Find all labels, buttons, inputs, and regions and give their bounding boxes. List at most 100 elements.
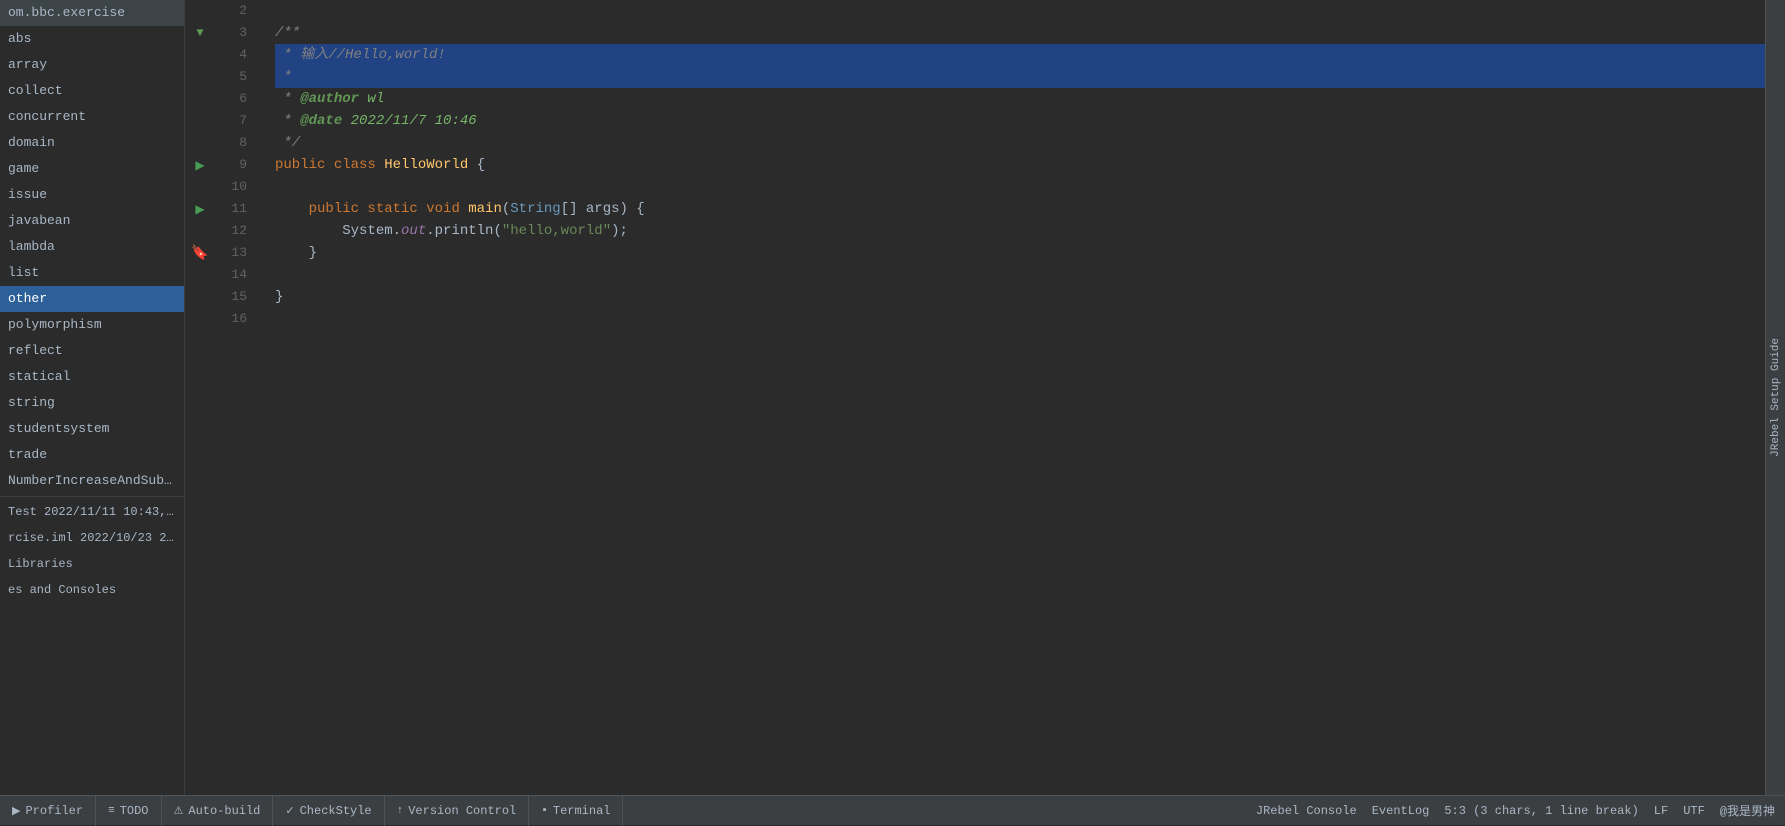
- gutter-line-7: [185, 110, 215, 132]
- profiler-tab[interactable]: ▶ Profiler: [0, 796, 96, 826]
- profiler-icon: ▶: [12, 804, 20, 818]
- sidebar-item-list[interactable]: list: [0, 260, 184, 286]
- version-control-tab[interactable]: ↑ Version Control: [385, 796, 530, 826]
- line-num-2: 2: [215, 0, 255, 22]
- gutter-line-14: [185, 264, 215, 286]
- line-num-16: 16: [215, 308, 255, 330]
- status-right: JRebel Console EventLog 5:3 (3 chars, 1 …: [1256, 802, 1785, 819]
- auto-build-tab[interactable]: ⚠ Auto-build: [162, 796, 274, 826]
- code-container: ▼ ▶ ▶ 🔖: [185, 0, 1765, 795]
- code-line-5: *: [275, 66, 1765, 88]
- sidebar-item-domain[interactable]: domain: [0, 130, 184, 156]
- file-encoding[interactable]: UTF: [1683, 804, 1705, 818]
- version-control-label: Version Control: [408, 804, 516, 818]
- gutter-line-12: [185, 220, 215, 242]
- jrebel-console-label: JRebel Console: [1256, 804, 1357, 818]
- sidebar-item-issue[interactable]: issue: [0, 182, 184, 208]
- code-line-15: }: [275, 286, 1765, 308]
- bookmark-icon-13: 🔖: [191, 245, 208, 262]
- sidebar-item-lambda[interactable]: lambda: [0, 234, 184, 260]
- user-label: @我是男神: [1720, 802, 1775, 819]
- sidebar-item-polymorphism[interactable]: polymorphism: [0, 312, 184, 338]
- sidebar-item-statical[interactable]: statical: [0, 364, 184, 390]
- line-ending[interactable]: LF: [1654, 804, 1668, 818]
- profiler-label: Profiler: [25, 804, 83, 818]
- sidebar-item-studentsystem[interactable]: studentsystem: [0, 416, 184, 442]
- vcs-icon: ↑: [397, 805, 404, 817]
- code-line-8: */: [275, 132, 1765, 154]
- gutter-line-13: 🔖: [185, 242, 215, 264]
- run-icon-9[interactable]: ▶: [195, 158, 204, 173]
- sidebar-item-game[interactable]: game: [0, 156, 184, 182]
- status-bar: ▶ Profiler ≡ TODO ⚠ Auto-build ✓ CheckSt…: [0, 795, 1785, 825]
- status-tabs: ▶ Profiler ≡ TODO ⚠ Auto-build ✓ CheckSt…: [0, 796, 623, 826]
- checkstyle-icon: ✓: [285, 804, 294, 818]
- line-num-14: 14: [215, 264, 255, 286]
- gutter-line-10: [185, 176, 215, 198]
- project-sidebar[interactable]: om.bbc.exercise abs array collect concur…: [0, 0, 185, 795]
- gutter-line-15: [185, 286, 215, 308]
- line-num-4: 4: [215, 44, 255, 66]
- gutter-line-11: ▶: [185, 198, 215, 220]
- position-label: 5:3 (3 chars, 1 line break): [1444, 804, 1638, 818]
- sidebar-item-libraries[interactable]: Libraries: [0, 551, 184, 577]
- auto-build-label: Auto-build: [188, 804, 260, 818]
- sidebar-item-numberincrease[interactable]: NumberIncreaseAndSubtrac: [0, 468, 184, 494]
- sidebar-item-exercise[interactable]: om.bbc.exercise: [0, 0, 184, 26]
- gutter-line-3: ▼: [185, 22, 215, 44]
- line-num-12: 12: [215, 220, 255, 242]
- todo-tab[interactable]: ≡ TODO: [96, 796, 161, 826]
- checkstyle-tab[interactable]: ✓ CheckStyle: [273, 796, 384, 826]
- gutter-line-9: ▶: [185, 154, 215, 176]
- sidebar-item-test[interactable]: Test 2022/11/11 10:43, 2.17 ki: [0, 499, 184, 525]
- code-line-2: [275, 0, 1765, 22]
- line-num-5: 5: [215, 66, 255, 88]
- jrebel-console[interactable]: JRebel Console: [1256, 804, 1357, 818]
- event-log-label: EventLog: [1372, 804, 1430, 818]
- line-num-7: 7: [215, 110, 255, 132]
- code-line-3: /**: [275, 22, 1765, 44]
- code-line-7: * @date 2022/11/7 10:46: [275, 110, 1765, 132]
- sidebar-item-array[interactable]: array: [0, 52, 184, 78]
- run-icon-11[interactable]: ▶: [195, 202, 204, 217]
- line-num-6: 6: [215, 88, 255, 110]
- right-sidebar[interactable]: JRebel Setup Guide: [1765, 0, 1785, 795]
- sidebar-item-abs[interactable]: abs: [0, 26, 184, 52]
- code-line-10: [275, 176, 1765, 198]
- code-content[interactable]: /** * 输入//Hello,world! * * @author wl * …: [265, 0, 1765, 795]
- sidebar-item-reflect[interactable]: reflect: [0, 338, 184, 364]
- gutter-line-8: [185, 132, 215, 154]
- sidebar-item-concurrent[interactable]: concurrent: [0, 104, 184, 130]
- todo-label: TODO: [120, 804, 149, 818]
- code-line-4: * 输入//Hello,world!: [275, 44, 1765, 66]
- checkstyle-label: CheckStyle: [300, 804, 372, 818]
- code-line-9: public class HelloWorld {: [275, 154, 1765, 176]
- line-ending-label: LF: [1654, 804, 1668, 818]
- cursor-position: 5:3 (3 chars, 1 line break): [1444, 804, 1638, 818]
- line-num-11: 11: [215, 198, 255, 220]
- gutter-line-2: [185, 0, 215, 22]
- code-editor[interactable]: ▼ ▶ ▶ 🔖: [185, 0, 1765, 795]
- line-num-8: 8: [215, 132, 255, 154]
- terminal-tab[interactable]: ▪ Terminal: [529, 796, 623, 826]
- terminal-icon: ▪: [541, 805, 548, 817]
- sidebar-divider: [0, 496, 184, 497]
- terminal-label: Terminal: [553, 804, 611, 818]
- sidebar-item-iml[interactable]: rcise.iml 2022/10/23 21:14, 561: [0, 525, 184, 551]
- gutter-line-6: [185, 88, 215, 110]
- jrebel-setup-label: JRebel Setup Guide: [1770, 338, 1782, 457]
- code-line-14: [275, 264, 1765, 286]
- sidebar-item-collect[interactable]: collect: [0, 78, 184, 104]
- sidebar-item-other[interactable]: other: [0, 286, 184, 312]
- event-log[interactable]: EventLog: [1372, 804, 1430, 818]
- sidebar-item-javabean[interactable]: javabean: [0, 208, 184, 234]
- sidebar-item-string[interactable]: string: [0, 390, 184, 416]
- sidebar-item-consoles[interactable]: es and Consoles: [0, 577, 184, 603]
- todo-icon: ≡: [108, 805, 115, 817]
- sidebar-item-trade[interactable]: trade: [0, 442, 184, 468]
- gutter-line-5: [185, 66, 215, 88]
- line-numbers: 2 3 4 5 6 7 8 9 10 11 12 13 14 15 16: [215, 0, 265, 795]
- line-num-15: 15: [215, 286, 255, 308]
- code-line-11: public static void main(String[] args) {: [275, 198, 1765, 220]
- username: @我是男神: [1720, 802, 1775, 819]
